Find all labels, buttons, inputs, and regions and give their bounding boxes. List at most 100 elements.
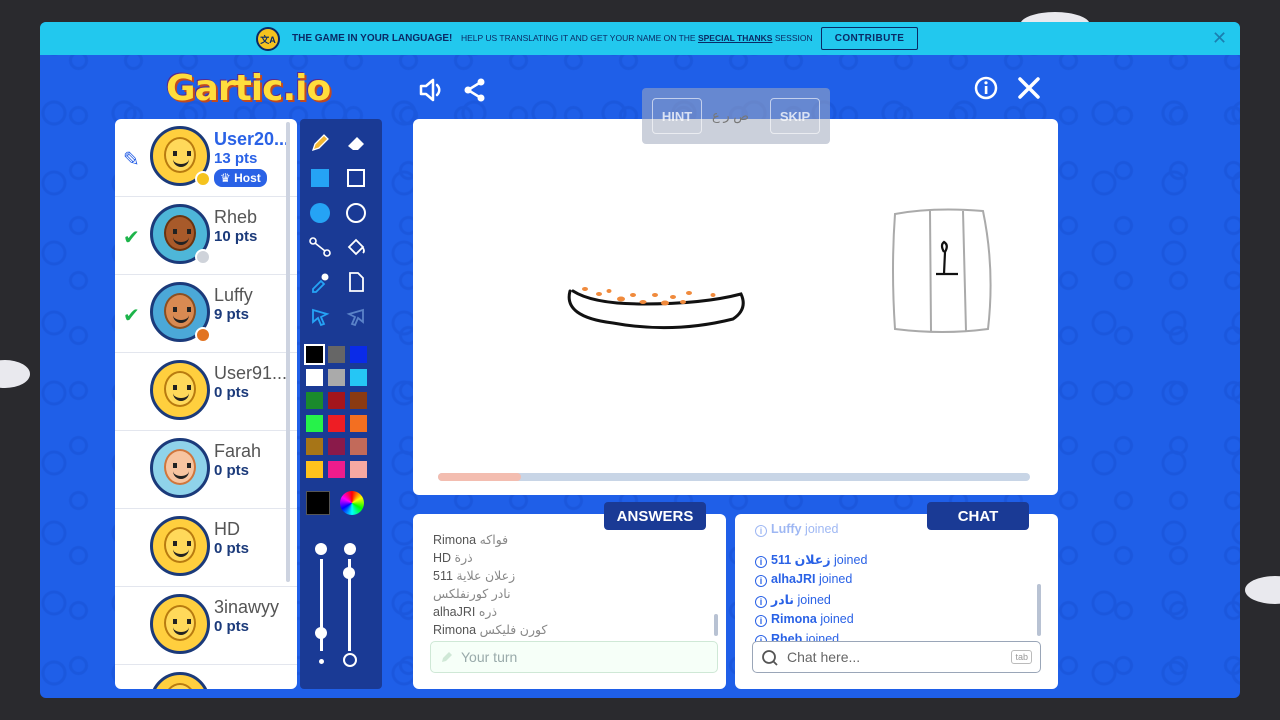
player-row[interactable]: User91... 0 pts — [115, 353, 297, 431]
drawing-indicator-icon: ✎ — [123, 149, 140, 171]
color-swatch[interactable] — [328, 415, 345, 432]
answer-line: 511 زعلان علاية — [433, 569, 516, 583]
opacity-indicator — [343, 653, 357, 667]
info-icon[interactable] — [974, 76, 998, 107]
player-name: 3inawyy — [214, 597, 280, 617]
slider-knob[interactable] — [315, 627, 327, 639]
page-icon[interactable] — [340, 266, 372, 298]
player-row[interactable]: HD 0 pts — [115, 509, 297, 587]
pencil-icon[interactable] — [304, 127, 336, 159]
close-game-icon[interactable] — [1017, 76, 1041, 107]
player-list-scrollbar[interactable] — [286, 122, 290, 582]
color-swatch[interactable] — [328, 438, 345, 455]
slider-knob[interactable] — [315, 543, 327, 555]
color-swatch[interactable] — [328, 346, 345, 363]
avatar — [150, 438, 210, 498]
cloud-decoration — [0, 360, 30, 388]
color-swatch[interactable] — [328, 461, 345, 478]
player-name: Farah — [214, 441, 262, 461]
color-swatch[interactable] — [350, 369, 367, 386]
color-swatch[interactable] — [350, 415, 367, 432]
check-icon: ✔ — [123, 227, 140, 249]
eraser-icon[interactable] — [340, 127, 372, 159]
answer-line: Rimona كورن فليكس — [433, 623, 548, 637]
color-wheel-icon[interactable] — [340, 491, 364, 515]
color-swatch[interactable] — [306, 461, 323, 478]
color-swatch[interactable] — [304, 344, 325, 365]
color-swatch[interactable] — [328, 392, 345, 409]
eyedropper-icon[interactable] — [304, 266, 336, 298]
player-name: Rheb — [214, 207, 258, 227]
current-color[interactable] — [306, 491, 330, 515]
info-icon: i — [755, 525, 767, 537]
share-icon[interactable] — [462, 77, 488, 110]
banner-text: HELP US TRANSLATING IT AND GET YOUR NAME… — [461, 33, 813, 43]
answer-line: Rimona فواكه — [433, 533, 509, 547]
answers-scrollbar[interactable] — [714, 614, 718, 636]
color-swatch[interactable] — [306, 369, 323, 386]
translation-banner: 文A THE GAME IN YOUR LANGUAGE! HELP US TR… — [40, 22, 1240, 55]
drawing-toolbar — [300, 119, 382, 689]
color-swatch[interactable] — [350, 392, 367, 409]
info-icon: i — [755, 596, 767, 608]
gartic-logo: Gartic.io — [166, 68, 331, 109]
player-row[interactable]: 3inawyy 0 pts — [115, 587, 297, 665]
player-points: 9 pts — [214, 306, 250, 323]
bucket-icon[interactable] — [340, 231, 372, 263]
sound-icon[interactable] — [418, 76, 446, 111]
answer-input[interactable]: Your turn — [430, 641, 718, 673]
player-points: 10 pts — [214, 228, 258, 245]
round-timer-fill — [438, 473, 521, 481]
player-row[interactable]: ✔ Luffy 9 pts — [115, 275, 297, 353]
color-swatch[interactable] — [328, 369, 345, 386]
tab-key-hint: tab — [1011, 650, 1032, 664]
special-thanks-link[interactable]: SPECIAL THANKS — [698, 33, 772, 43]
answers-panel: ANSWERS Rimona فواكه HD ذرة 511 زعلان علاي… — [413, 502, 726, 689]
player-row[interactable] — [115, 665, 297, 689]
pencil-icon — [442, 652, 452, 662]
line-icon[interactable] — [304, 231, 336, 263]
info-icon: i — [755, 556, 767, 568]
player-row[interactable]: Farah 0 pts — [115, 431, 297, 509]
undo-icon[interactable] — [304, 301, 336, 333]
status-dot — [195, 171, 211, 187]
color-swatch[interactable] — [306, 415, 323, 432]
player-name: HD — [214, 519, 240, 539]
chat-message: i Luffy joined — [755, 522, 838, 537]
answers-tab[interactable]: ANSWERS — [604, 502, 706, 530]
player-row[interactable]: ✎ User20... 13 pts ♛ Host — [115, 119, 297, 197]
slider-knob[interactable] — [343, 567, 355, 579]
close-icon[interactable]: ✕ — [1212, 28, 1227, 49]
drawing-strokes — [567, 208, 992, 333]
color-swatch[interactable] — [350, 461, 367, 478]
status-dot — [195, 249, 211, 265]
player-name: User20... — [214, 129, 290, 149]
drawing-canvas[interactable] — [413, 119, 1058, 495]
color-swatch[interactable] — [306, 438, 323, 455]
chat-tab[interactable]: CHAT — [927, 502, 1029, 530]
min-size-dot — [319, 659, 324, 664]
translate-icon: 文A — [256, 27, 280, 51]
slider-knob[interactable] — [344, 543, 356, 555]
color-swatch[interactable] — [350, 346, 367, 363]
chat-panel: CHAT i Luffy joined i 511 زعلان joined i alha… — [735, 502, 1058, 689]
chat-input[interactable]: Chat here... tab — [752, 641, 1041, 673]
player-points: 0 pts — [214, 384, 250, 401]
avatar — [150, 672, 210, 689]
circle-fill-icon[interactable] — [304, 197, 336, 229]
chat-message: i نادر joined — [755, 592, 831, 608]
square-fill-icon[interactable] — [304, 162, 336, 194]
color-swatch[interactable] — [350, 438, 367, 455]
skip-button[interactable]: SKIP — [770, 98, 820, 134]
redo-icon[interactable] — [340, 301, 372, 333]
player-row[interactable]: ✔ Rheb 10 pts — [115, 197, 297, 275]
color-swatch[interactable] — [306, 392, 323, 409]
square-outline-icon[interactable] — [340, 162, 372, 194]
player-points: 13 pts — [214, 150, 258, 167]
answer-placeholder: Your turn — [461, 649, 518, 665]
chat-message: i Rimona joined — [755, 612, 854, 627]
hint-button[interactable]: HINT — [652, 98, 702, 134]
circle-outline-icon[interactable] — [340, 197, 372, 229]
chat-scrollbar[interactable] — [1037, 584, 1041, 636]
contribute-button[interactable]: CONTRIBUTE — [821, 27, 918, 50]
